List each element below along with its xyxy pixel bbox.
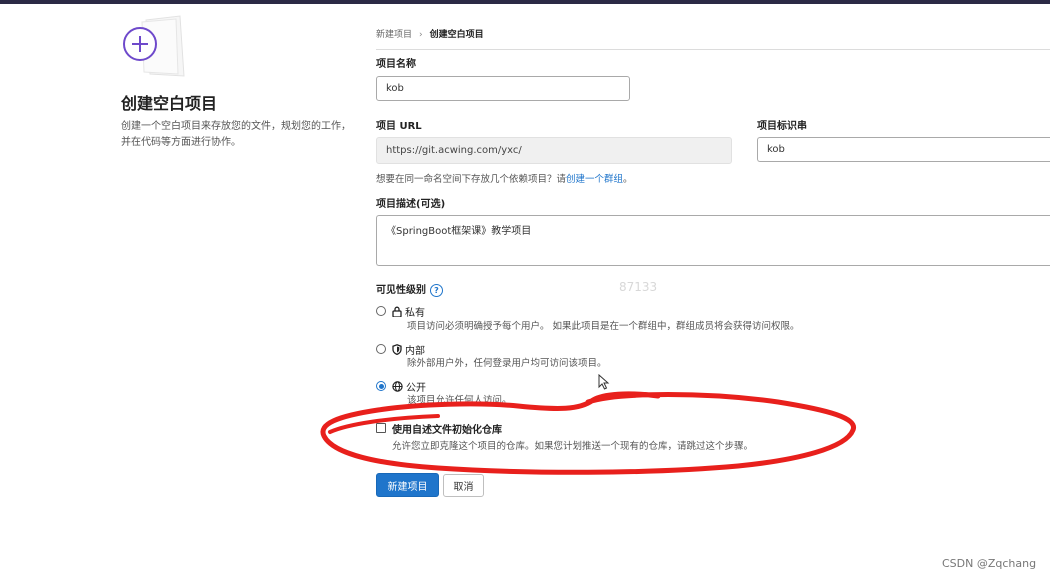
breadcrumb-current: 创建空白项目 xyxy=(429,30,484,40)
breadcrumb-new-project-link[interactable]: 新建项目 xyxy=(376,30,412,40)
globe-icon xyxy=(392,381,403,392)
visibility-internal-radio[interactable] xyxy=(376,344,386,354)
visibility-private-radio[interactable] xyxy=(376,306,386,316)
visibility-private-description: 项目访问必须明确授予每个用户。 如果此项目是在一个群组中，群组成员将会获得访问权… xyxy=(407,321,800,332)
project-url-value: https://git.acwing.com/yxc/ xyxy=(386,145,522,156)
watermark-number: 87133 xyxy=(619,280,658,294)
readme-checkbox[interactable] xyxy=(376,423,386,433)
description-value: 《SpringBoot框架课》教学项目 xyxy=(386,226,532,237)
help-icon[interactable]: ? xyxy=(430,283,443,297)
project-slug-input[interactable]: kob xyxy=(757,137,1050,162)
breadcrumb: 新建项目 › 创建空白项目 xyxy=(376,27,484,40)
namespace-hint: 想要在同一命名空间下存放几个依赖项目？请创建一个群组。 xyxy=(376,171,633,185)
namespace-hint-prefix: 想要在同一命名空间下存放几个依赖项目？请 xyxy=(376,174,567,185)
description-textarea[interactable]: 《SpringBoot框架课》教学项目 xyxy=(376,215,1050,266)
readme-description: 允许您立即克隆这个项目的仓库。如果您计划推送一个现有的仓库，请跳过这个步骤。 xyxy=(392,441,754,452)
project-name-value: kob xyxy=(386,83,404,94)
cancel-button[interactable]: 取消 xyxy=(443,474,484,497)
project-name-input[interactable]: kob xyxy=(376,76,630,101)
readme-label: 使用自述文件初始化仓库 xyxy=(392,425,502,436)
visibility-private-label: 私有 xyxy=(405,308,425,319)
divider xyxy=(376,49,1050,50)
csdn-watermark: CSDN @Zqchang xyxy=(942,557,1037,570)
create-group-link[interactable]: 创建一个群组 xyxy=(566,174,623,185)
mouse-cursor-icon xyxy=(598,374,610,390)
lock-icon xyxy=(392,306,402,317)
project-slug-label: 项目标识串 xyxy=(757,121,807,132)
project-name-label: 项目名称 xyxy=(376,59,416,70)
project-url-label: 项目 URL xyxy=(376,121,422,132)
project-slug-value: kob xyxy=(767,144,785,155)
page-description: 创建一个空白项目来存放您的文件，规划您的工作，并在代码等方面进行协作。 xyxy=(121,121,351,148)
top-bar xyxy=(0,0,1050,4)
shield-icon xyxy=(392,344,402,355)
visibility-public-radio[interactable] xyxy=(376,381,386,391)
visibility-public-description: 该项目允许任何人访问。 xyxy=(407,395,512,406)
breadcrumb-chevron-icon: › xyxy=(419,30,423,40)
description-label: 项目描述(可选) xyxy=(376,199,446,210)
project-url-field: https://git.acwing.com/yxc/ xyxy=(376,137,732,164)
visibility-label: 可见性级别 xyxy=(376,285,426,296)
new-project-illustration-icon xyxy=(123,15,185,77)
visibility-label-row: 可见性级别? xyxy=(376,281,443,297)
visibility-internal-description: 除外部用户外，任何登录用户均可访问该项目。 xyxy=(407,358,607,369)
create-project-button[interactable]: 新建项目 xyxy=(376,473,439,497)
page-title: 创建空白项目 xyxy=(121,94,218,113)
visibility-private-title: 私有 xyxy=(392,304,425,319)
namespace-hint-suffix: 。 xyxy=(623,174,633,185)
